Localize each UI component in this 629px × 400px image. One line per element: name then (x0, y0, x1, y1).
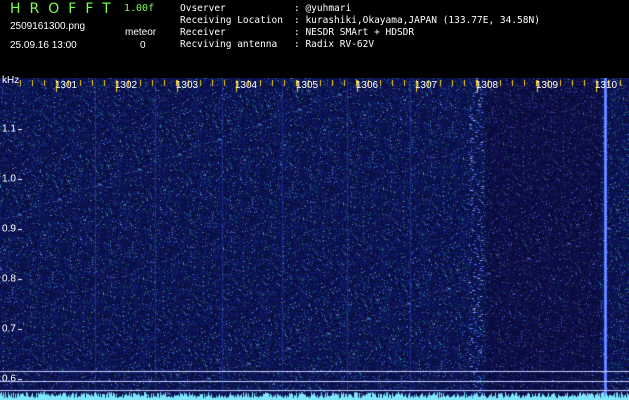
y-tick-label: 1.1 (2, 123, 16, 135)
filename-label: 2509161300.png (10, 21, 86, 32)
x-tick-label: 1302 (114, 80, 138, 91)
x-tick-label: 1310 (594, 80, 618, 91)
version-label: 1.00f (124, 3, 155, 14)
x-tick-label: 1307 (414, 80, 438, 91)
meteor-count: 0 (140, 40, 146, 51)
y-tick-label: 0.7 (2, 323, 16, 335)
spectrogram-canvas[interactable] (0, 78, 629, 400)
info-row-observer: Ovserver: @yuhmari (180, 3, 352, 14)
meteor-label: meteor (125, 27, 157, 38)
info-row-receiver: Receiver: NESDR SMArt + HDSDR (180, 27, 415, 38)
x-tick-label: 1308 (475, 80, 499, 91)
y-tick-label: 1.0 (2, 173, 16, 185)
info-row-antenna: Recviving antenna: Radix RV-62V (180, 39, 375, 50)
y-tick-label: 0.6 (2, 373, 16, 385)
header-panel: HROFFT 1.00f 2509161300.png 25.09.16 13:… (0, 0, 629, 78)
app-title: HROFFT (10, 1, 120, 17)
x-tick-label: 1306 (355, 80, 379, 91)
x-tick-label: 1309 (535, 80, 559, 91)
x-tick-label: 1304 (234, 80, 258, 91)
y-tick-label: 0.8 (2, 273, 16, 285)
info-row-location: Receiving Location: kurashiki,Okayama,JA… (180, 15, 540, 26)
y-axis-unit-label: kHz (2, 75, 20, 86)
y-tick-label: 0.9 (2, 223, 16, 235)
x-tick-label: 1301 (54, 80, 78, 91)
x-tick-label: 1305 (295, 80, 319, 91)
datetime-label: 25.09.16 13:00 (10, 40, 77, 51)
x-tick-label: 1303 (175, 80, 199, 91)
station-info: Ovserver: @yuhmari Receiving Location: k… (180, 3, 540, 51)
